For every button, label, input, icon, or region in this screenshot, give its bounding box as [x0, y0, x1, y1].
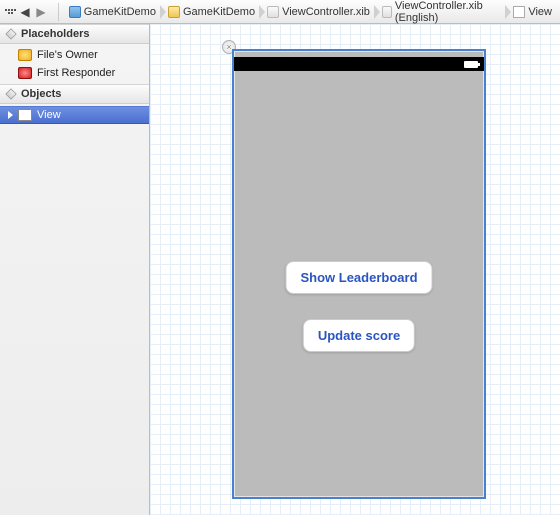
outline-item-label: File's Owner — [37, 49, 98, 61]
breadcrumb-bar: ◀ ▶ GameKitDemo GameKitDemo ViewControll… — [0, 0, 560, 24]
first-responder-icon — [18, 67, 32, 79]
document-outline: Placeholders File's Owner First Responde… — [0, 24, 150, 515]
outline-item-first-responder[interactable]: First Responder — [0, 64, 149, 82]
button-label: Show Leaderboard — [300, 270, 417, 285]
battery-icon — [464, 61, 478, 68]
breadcrumb-label: View — [528, 6, 552, 18]
view-icon — [18, 109, 32, 121]
button-label: Update score — [318, 328, 400, 343]
forward-button[interactable]: ▶ — [34, 5, 48, 19]
breadcrumb-xib-localized[interactable]: ViewController.xib (English) — [378, 3, 505, 21]
view-icon — [513, 6, 525, 18]
objects-header[interactable]: Objects — [0, 84, 149, 104]
breadcrumb-label: ViewController.xib (English) — [395, 0, 502, 24]
placeholders-header[interactable]: Placeholders — [0, 24, 149, 44]
xib-file-icon — [382, 6, 392, 18]
breadcrumb-xib[interactable]: ViewController.xib — [263, 3, 374, 21]
breadcrumb-label: GameKitDemo — [84, 6, 156, 18]
xib-file-icon — [267, 6, 279, 18]
files-owner-icon — [18, 49, 32, 61]
section-title: Placeholders — [21, 28, 89, 40]
main-split: Placeholders File's Owner First Responde… — [0, 24, 560, 515]
outline-item-label: View — [37, 109, 61, 121]
xcode-project-icon — [69, 6, 81, 18]
breadcrumb-folder[interactable]: GameKitDemo — [164, 3, 259, 21]
outline-item-view[interactable]: View — [0, 106, 149, 124]
interface-builder-canvas[interactable]: × Show Leaderboard Update score — [150, 24, 560, 515]
root-view[interactable]: Show Leaderboard Update score — [232, 49, 486, 499]
breadcrumb-label: GameKitDemo — [183, 6, 255, 18]
objects-list: View — [0, 104, 149, 126]
cube-icon — [5, 88, 16, 99]
cube-icon — [5, 28, 16, 39]
disclosure-triangle-icon[interactable] — [8, 111, 13, 119]
show-leaderboard-button[interactable]: Show Leaderboard — [285, 261, 432, 294]
update-score-button[interactable]: Update score — [303, 319, 415, 352]
nav-button-group: ◀ ▶ — [4, 5, 48, 19]
back-button[interactable]: ◀ — [18, 5, 32, 19]
outline-item-files-owner[interactable]: File's Owner — [0, 46, 149, 64]
breadcrumb-view[interactable]: View — [509, 3, 556, 21]
breadcrumb-label: ViewController.xib — [282, 6, 370, 18]
status-bar — [234, 57, 484, 71]
section-title: Objects — [21, 88, 61, 100]
folder-icon — [168, 6, 180, 18]
related-items-icon[interactable] — [4, 6, 16, 18]
outline-item-label: First Responder — [37, 67, 115, 79]
toolbar-divider — [58, 3, 59, 21]
placeholders-list: File's Owner First Responder — [0, 44, 149, 84]
breadcrumb-project[interactable]: GameKitDemo — [65, 3, 160, 21]
